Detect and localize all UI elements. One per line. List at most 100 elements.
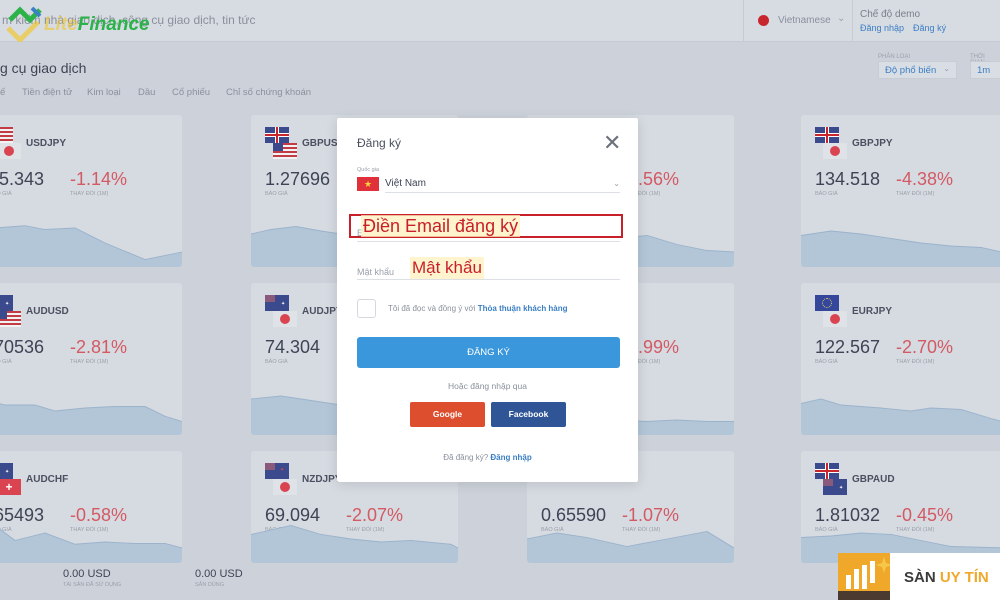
language-label: Vietnamese bbox=[778, 15, 831, 26]
swiss-flag-icon: + bbox=[0, 479, 21, 495]
new-zealand-flag-icon: ✦ bbox=[265, 463, 289, 479]
us-flag-icon bbox=[273, 143, 297, 159]
password-field[interactable]: Mật khẩu bbox=[357, 261, 620, 280]
price-label: BÁO GIÁ bbox=[815, 191, 838, 197]
instrument-card[interactable]: ✦ AUDUSD .70536 BÁO GIÁ -2.81% THAY ĐỔI (1M) bbox=[0, 283, 182, 435]
available-assets: 0.00 USD SẴN DÙNG bbox=[195, 568, 243, 588]
sparkline-area bbox=[801, 231, 1000, 267]
watermark-base bbox=[838, 591, 890, 600]
tab-crypto[interactable]: Tiền điện tử bbox=[22, 87, 72, 98]
price-label: BÁO GIÁ bbox=[265, 359, 288, 365]
australia-flag-icon: ✦ bbox=[265, 295, 289, 311]
available-amount: 0.00 USD bbox=[195, 568, 243, 580]
sparkline-area bbox=[801, 399, 1000, 435]
pair-name: AUDCHF bbox=[26, 474, 69, 485]
watermark-text-san: SÀN bbox=[904, 569, 940, 586]
logo-text: LiteFinance bbox=[44, 14, 150, 36]
sparkline-chart bbox=[0, 225, 182, 267]
google-login-button[interactable]: Google bbox=[410, 402, 485, 427]
us-flag-icon bbox=[0, 127, 13, 143]
register-button[interactable]: ĐĂNG KÝ bbox=[357, 337, 620, 368]
facebook-login-button[interactable]: Facebook bbox=[491, 402, 566, 427]
used-amount: 0.00 USD bbox=[63, 568, 111, 580]
terms-link[interactable]: Thỏa thuận khách hàng bbox=[478, 304, 568, 313]
uk-flag-icon bbox=[815, 463, 839, 479]
watermark-text-uytin: UY TÍN bbox=[939, 569, 989, 586]
demo-title: Chế độ demo bbox=[860, 9, 921, 20]
email-annotation-text: Điền Email đăng ký bbox=[361, 215, 521, 237]
time-filter-value: 1m bbox=[977, 65, 991, 76]
price-value: 122.567 bbox=[815, 337, 881, 357]
chevron-down-icon: ⌄ bbox=[837, 13, 846, 24]
instrument-card[interactable]: EURJPY 122.567 BÁO GIÁ -2.70% THAY ĐỔI (1M) bbox=[801, 283, 1000, 435]
san-uy-tin-watermark: SÀN UY TÍN bbox=[838, 553, 1000, 600]
used-assets: 0.00 USD TÀI SẢN ĐÃ SỬ DỤNG bbox=[63, 568, 121, 588]
vietnam-flag-icon bbox=[758, 15, 769, 26]
price-label: BÁO GIÁ bbox=[815, 359, 838, 365]
price-label: BÁO GIÁ bbox=[265, 191, 288, 197]
change-label: THAY ĐỔI (1M) bbox=[70, 191, 109, 197]
instrument-card[interactable]: USDJPY 05.343 BÁO GIÁ -1.14% THAY ĐỔI (1M) bbox=[0, 115, 182, 267]
tab-oil[interactable]: Dầu bbox=[138, 87, 155, 98]
logo-text-finance: Finance bbox=[77, 14, 150, 35]
change-value: -2.70% bbox=[896, 337, 954, 357]
australia-flag-icon: ✦ bbox=[823, 479, 847, 495]
pair-name: GBPAUD bbox=[852, 474, 895, 485]
tab-metals[interactable]: Kim loại bbox=[87, 87, 121, 98]
instrument-card[interactable]: GBPJPY 134.518 BÁO GIÁ -4.38% THAY ĐỔI (1M) bbox=[801, 115, 1000, 267]
eu-flag-icon bbox=[815, 295, 839, 311]
agree-text-label: Tôi đã đọc và đồng ý với bbox=[388, 304, 478, 313]
modal-title: Đăng ký bbox=[357, 136, 402, 150]
already-registered-label: Đã đăng ký? bbox=[443, 453, 491, 462]
register-modal: Đăng ký ✕ Quốc gia ★ Việt Nam ⌄ E Mật kh… bbox=[337, 118, 638, 482]
price-value: 74.304 bbox=[265, 337, 321, 357]
price-label: BÁO GIÁ bbox=[0, 191, 12, 197]
sparkline-area bbox=[0, 403, 182, 435]
japan-flag-icon bbox=[0, 143, 21, 159]
price-value: 05.343 bbox=[0, 169, 45, 189]
tab-indices[interactable]: Chỉ số chứng khoán bbox=[226, 87, 311, 98]
sparkline-area bbox=[527, 531, 734, 563]
country-select[interactable]: Việt Nam ⌄ bbox=[385, 176, 620, 193]
pair-name: USDJPY bbox=[26, 138, 67, 149]
logo-text-lite: Lite bbox=[44, 14, 78, 35]
category-filter-value: Độ phổ biến bbox=[885, 65, 937, 76]
change-value: -1.14% bbox=[70, 169, 128, 189]
sparkline-chart bbox=[0, 403, 182, 435]
header-login-link[interactable]: Đăng nhập bbox=[860, 23, 904, 33]
sparkline-chart bbox=[251, 525, 458, 563]
pair-name: NZDJPY bbox=[302, 474, 342, 485]
language-selector[interactable]: Vietnamese ⌄ bbox=[743, 0, 853, 42]
available-label: SẴN DÙNG bbox=[195, 582, 225, 588]
japan-flag-icon bbox=[273, 311, 297, 327]
tab-all[interactable]: ế bbox=[0, 87, 5, 98]
header-register-link[interactable]: Đăng ký bbox=[913, 23, 946, 33]
watermark-text: SÀN UY TÍN bbox=[904, 569, 989, 586]
tab-stocks[interactable]: Cổ phiếu bbox=[172, 87, 210, 98]
litefinance-logo[interactable]: LiteFinance bbox=[2, 2, 172, 42]
close-icon[interactable]: ✕ bbox=[603, 132, 621, 154]
uk-flag-icon bbox=[265, 127, 289, 143]
modal-login-link[interactable]: Đăng nhập bbox=[490, 453, 531, 462]
agree-text: Tôi đã đọc và đồng ý với Thỏa thuận khác… bbox=[388, 304, 568, 313]
australia-flag-icon: ✦ bbox=[0, 463, 13, 479]
pair-name: EURJPY bbox=[852, 306, 893, 317]
instrument-card[interactable]: ✦ GBPAUD 1.81032 BÁO GIÁ -0.45% THAY ĐỔI (1M) bbox=[801, 451, 1000, 563]
country-value: Việt Nam bbox=[385, 178, 426, 189]
category-filter-select[interactable]: Độ phổ biến ⌄ bbox=[878, 61, 957, 79]
chart-bars-icon bbox=[838, 553, 890, 600]
us-flag-icon bbox=[0, 311, 21, 327]
agree-checkbox[interactable] bbox=[357, 299, 376, 318]
uk-flag-icon bbox=[815, 127, 839, 143]
logo-mark-icon bbox=[6, 6, 42, 42]
vietnam-flag-icon: ★ bbox=[357, 177, 379, 191]
already-registered-text: Đã đăng ký? Đăng nhập bbox=[337, 453, 638, 462]
instrument-card[interactable]: ✦+AUDCHF.65493BÁO GIÁ-0.58%THAY ĐỔI (1M) bbox=[0, 451, 182, 563]
or-login-text: Hoặc đăng nhập qua bbox=[448, 381, 527, 391]
category-filter-label: PHÂN LOẠI bbox=[878, 54, 911, 60]
time-filter-select[interactable]: 1m bbox=[970, 61, 1000, 79]
price-label: BÁO GIÁ bbox=[0, 359, 12, 365]
change-label: THAY ĐỔI (1M) bbox=[896, 191, 935, 197]
australia-flag-icon: ✦ bbox=[0, 295, 13, 311]
sparkline-chart bbox=[801, 398, 1000, 435]
